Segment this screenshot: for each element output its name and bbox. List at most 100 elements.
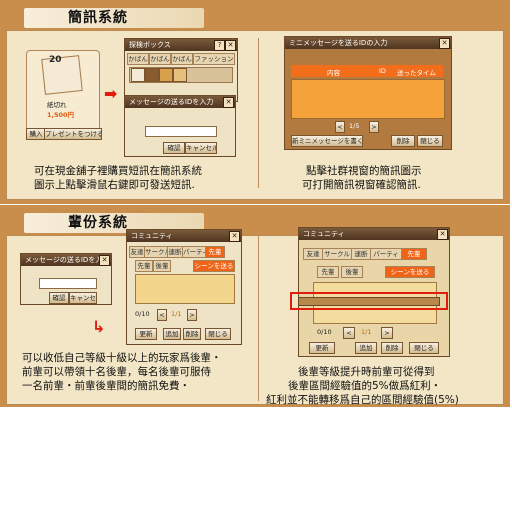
send-id-window: メッセージの送るIDを入力✕ 確認 キャンセル (20, 253, 112, 305)
paper-item-icon (41, 55, 83, 95)
caption-line: 可以收低自己等級十級以上的玩家爲後輩・ (22, 352, 222, 364)
sms-system-panel: 簡訊系統 20 紙切れ 1,500円 購入 プレゼントをつける ➡ 探検ボックス… (0, 0, 510, 204)
community-window: コミュニティ✕ 友達 サークル 連断 パーティ 先輩 先輩 後輩 シーンを送る … (126, 229, 242, 345)
item-price: 1,500円 (47, 111, 75, 119)
cancel-button[interactable]: キャンセル (69, 292, 97, 304)
tab-bag-2[interactable]: かばん (149, 53, 171, 65)
cancel-button[interactable]: キャンセル (185, 142, 217, 154)
window-title: ミニメッセージを送るIDの入力 ✕ (285, 37, 451, 49)
close-button[interactable]: 閉じる (417, 135, 443, 147)
id-input[interactable] (39, 278, 97, 289)
tab-link[interactable]: 連断 (351, 248, 371, 260)
section-title: 輩份系統 (68, 215, 128, 231)
close-icon[interactable]: ✕ (225, 40, 236, 51)
item-box-window: 探検ボックス? ✕ かばん かばん かばん ファッション (124, 38, 238, 102)
add-button[interactable]: 追加 (355, 342, 377, 354)
delete-button[interactable]: 削除 (183, 328, 201, 340)
mentor-system-panel: 輩份系統 メッセージの送るIDを入力✕ 確認 キャンセル ↳ コミュニティ✕ 友… (0, 205, 510, 407)
column-id: ID (379, 67, 386, 75)
caption-line: 前輩可以帶領十名後輩，每名後輩可服侍 (22, 366, 211, 378)
help-icon[interactable]: ? (214, 40, 225, 51)
send-id-window: メッセージの送るIDを入力✕ 確認 キャンセル (124, 95, 236, 157)
page-indicator: 1/1 (171, 310, 182, 318)
subtab-junior[interactable]: 後輩 (341, 266, 363, 278)
member-count: 0/10 (135, 310, 150, 318)
exp-bar (298, 297, 440, 306)
tab-bag-3[interactable]: かばん (171, 53, 193, 65)
buy-button[interactable]: 購入 (26, 128, 46, 140)
mini-message-window: ミニメッセージを送るIDの入力 ✕ 内容 ID 送ったタイム < 1/5 > 新ミ… (284, 36, 452, 150)
next-page-button[interactable]: > (187, 309, 197, 321)
close-icon[interactable]: ✕ (437, 229, 448, 240)
item-slot-icon[interactable] (159, 68, 173, 82)
window-title: 探検ボックス? ✕ (125, 39, 237, 51)
subtab-senior[interactable]: 先輩 (135, 260, 153, 272)
item-count-badge: 20 (49, 55, 62, 65)
page-indicator: 1/1 (361, 328, 372, 336)
caption-line: 後輩等級提升時前輩可從得到 (298, 366, 435, 378)
tab-mentor[interactable]: 先輩 (401, 248, 427, 260)
close-button[interactable]: 閉じる (205, 328, 231, 340)
delete-button[interactable]: 削除 (391, 135, 415, 147)
next-page-button[interactable]: > (369, 121, 379, 133)
tab-fashion[interactable]: ファッション (193, 53, 235, 65)
column-content: 内容 (327, 69, 340, 77)
subtab-junior[interactable]: 後輩 (153, 260, 171, 272)
refresh-button[interactable]: 更新 (309, 342, 335, 354)
prev-page-button[interactable]: < (157, 309, 167, 321)
caption-line: 可在現金舖子裡購買短訊在簡訊系統 (34, 165, 202, 177)
page-indicator: 1/5 (349, 122, 360, 130)
close-icon[interactable]: ✕ (439, 38, 450, 49)
close-button[interactable]: 閉じる (409, 342, 439, 354)
subtab-senior[interactable]: 先輩 (317, 266, 339, 278)
tab-mentor[interactable]: 先輩 (205, 246, 225, 258)
next-page-button[interactable]: > (381, 327, 393, 339)
caption-line: 後輩區間經驗值的5%做爲紅利・ (288, 380, 442, 392)
window-title: コミュニティ ✕ (127, 230, 241, 242)
item-tile[interactable]: 20 紙切れ 1,500円 (26, 50, 100, 138)
section-title-bar: 簡訊系統 (24, 8, 204, 28)
refresh-button[interactable]: 更新 (135, 328, 157, 340)
tab-circle[interactable]: サークル (322, 248, 352, 260)
tab-bag-1[interactable]: かばん (127, 53, 149, 65)
column-time: 送ったタイム (397, 69, 436, 77)
item-slot-icon[interactable] (131, 68, 145, 82)
close-icon[interactable]: ✕ (99, 255, 110, 266)
item-slot-icon[interactable] (145, 68, 159, 82)
section-title: 簡訊系統 (68, 10, 128, 26)
tab-circle[interactable]: サークル (144, 246, 168, 258)
tab-link[interactable]: 連断 (167, 246, 183, 258)
caption-line: 一名前輩・前輩後輩間的簡訊免費・ (22, 380, 190, 392)
close-icon[interactable]: ✕ (229, 231, 240, 242)
subtab-send-scene[interactable]: シーンを送る (193, 260, 235, 272)
caption-line: 可打開簡訊視窗確認簡訊. (302, 179, 421, 191)
confirm-button[interactable]: 確認 (49, 292, 69, 304)
divider (258, 235, 259, 401)
item-name: 紙切れ (47, 101, 67, 109)
prev-page-button[interactable]: < (343, 327, 355, 339)
delete-button[interactable]: 削除 (381, 342, 403, 354)
window-title: コミュニティ ✕ (299, 228, 449, 240)
member-count: 0/10 (317, 328, 332, 336)
arrow-down-right-icon: ↳ (92, 317, 106, 336)
tab-party[interactable]: パーティ (182, 246, 206, 258)
caption-line: 點擊社群視窗的簡訊圖示 (306, 165, 422, 177)
confirm-button[interactable]: 確認 (163, 142, 185, 154)
new-message-button[interactable]: 新ミニメッセージを書く (291, 135, 363, 147)
divider (258, 38, 259, 188)
message-list[interactable] (291, 79, 445, 119)
tab-friends[interactable]: 友達 (303, 248, 323, 260)
subtab-send-scene[interactable]: シーンを送る (385, 266, 435, 278)
tab-friends[interactable]: 友達 (129, 246, 145, 258)
arrow-right-icon: ➡ (104, 84, 118, 103)
present-button[interactable]: プレゼントをつける (44, 128, 102, 140)
close-icon[interactable]: ✕ (223, 97, 234, 108)
window-title: メッセージの送るIDを入力 ✕ (21, 254, 111, 266)
window-title: メッセージの送るIDを入力 ✕ (125, 96, 235, 108)
member-list[interactable] (135, 274, 235, 304)
tab-party[interactable]: パーティ (370, 248, 402, 260)
item-slot-icon[interactable] (173, 68, 187, 82)
prev-page-button[interactable]: < (335, 121, 345, 133)
add-button[interactable]: 追加 (163, 328, 181, 340)
id-input[interactable] (145, 126, 217, 137)
